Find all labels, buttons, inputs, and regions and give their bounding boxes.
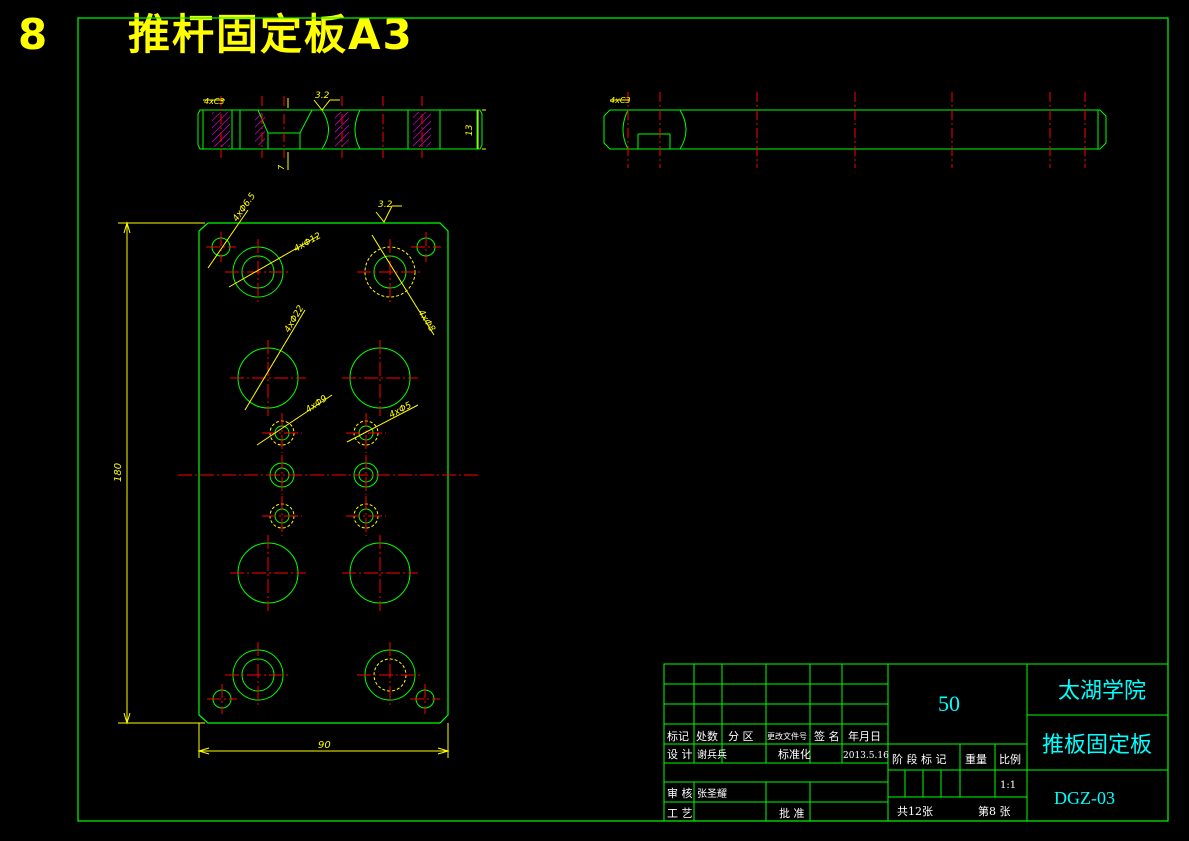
side-chamfer-label: 4xC3: [610, 96, 631, 105]
tb-designer: 谢兵兵: [697, 748, 727, 761]
tb-approve-label: 批 准: [779, 806, 805, 820]
tb-sheets-total: 共12张: [897, 805, 933, 818]
plate-holes: [211, 237, 436, 709]
hole-label-e: 4xΦ9: [304, 394, 330, 416]
cad-drawing-canvas: 4xC3 3.2 13 7 4xC3 180 90 3.2 4xΦ6.5 4xΦ…: [77, 17, 1169, 822]
hole-label-c: 4xΦ8: [415, 308, 436, 334]
tb-part-name: 推板固定板: [1042, 733, 1152, 758]
counterbore-cut: [257, 109, 313, 149]
tb-checker-label: 审 核: [667, 786, 693, 800]
section-chamfer-label: 4xC3: [204, 97, 225, 106]
tb-checker: 张圣耀: [697, 788, 727, 800]
tb-hdr-count: 处数: [696, 730, 718, 743]
tb-stage-label: 阶 段 标 记: [892, 752, 947, 766]
tb-hdr-date: 年月日: [848, 729, 881, 743]
tb-hdr-change: 更改文件号: [767, 731, 807, 741]
width-dimension: 90: [318, 740, 331, 751]
plan-centerlines: [178, 232, 478, 714]
plan-roughness-label: 3.2: [378, 200, 393, 210]
tb-sheet-no: 第8 张: [978, 804, 1011, 818]
thickness-label: 13: [465, 124, 475, 136]
hatch-4: [255, 113, 265, 145]
hole-label-f: 4xΦ5: [388, 400, 414, 420]
tb-designer-label: 设 计: [667, 748, 693, 761]
tb-school: 太湖学院: [1058, 679, 1146, 704]
counterbore-depth-label: 7: [277, 164, 286, 170]
title-block-text: 50 太湖学院 推板固定板 DGZ-03 标记 处数 分 区 更改文件号 签 名…: [667, 679, 1152, 820]
tb-hdr-zone: 分 区: [728, 730, 754, 743]
hole-label-b: 4xΦ12: [293, 231, 324, 255]
tb-standard-label: 标准化: [778, 747, 811, 761]
tb-process-label: 工 艺: [667, 807, 693, 820]
drawing-frame: [77, 17, 1169, 822]
hole-label-a: 4xΦ6.5: [231, 191, 258, 224]
tb-material: 50: [938, 691, 960, 716]
side-centerlines: [627, 92, 1086, 168]
tb-weight-label: 重量: [965, 752, 987, 766]
tb-scale-label: 比例: [999, 752, 1021, 766]
tb-drawing-no: DGZ-03: [1054, 788, 1115, 808]
hole-label-d: 4xΦ22: [283, 304, 307, 335]
tb-scale: 1:1: [1000, 780, 1016, 791]
tb-hdr-sign: 签 名: [814, 729, 840, 743]
tb-hdr-mark: 标记: [667, 729, 689, 743]
height-dimension: 180: [113, 463, 124, 482]
section-view: [197, 109, 483, 150]
tb-date: 2013.5.16: [843, 751, 889, 761]
section-roughness-label: 3.2: [315, 91, 330, 101]
